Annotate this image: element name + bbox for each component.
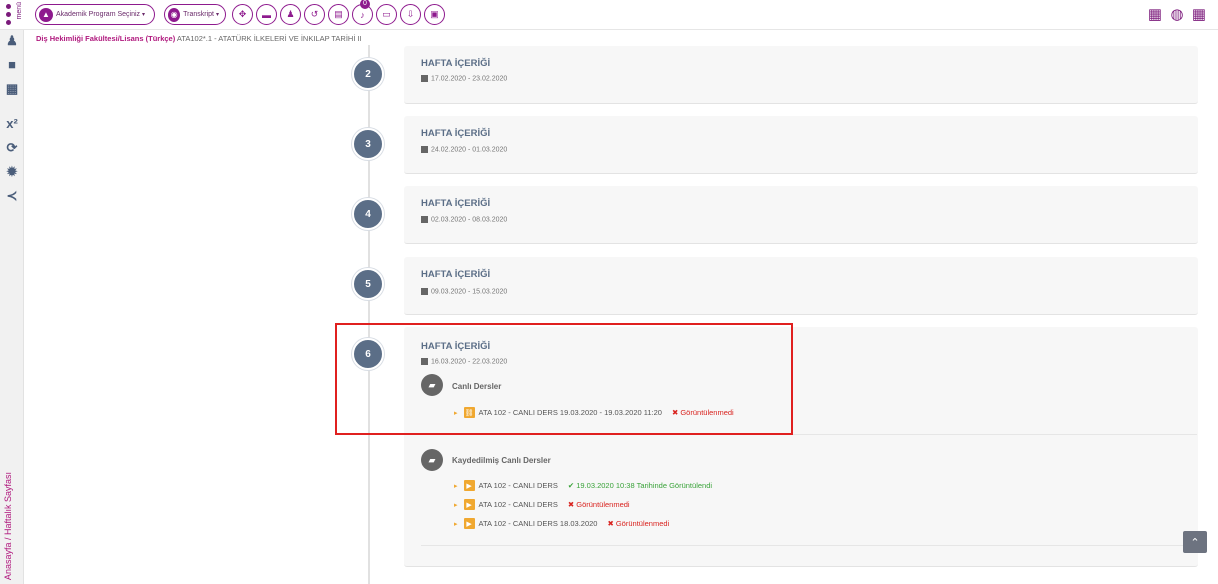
video-icon: ▶ — [463, 499, 475, 510]
history-icon-button[interactable]: ↺ — [304, 4, 325, 25]
list-item[interactable]: ▸ ▶ ATA 102 - CANLI DERS ✔ 19.03.2020 10… — [454, 480, 712, 491]
timeline-line — [368, 45, 370, 584]
book-icon[interactable]: ■ — [4, 57, 20, 73]
menu-dot — [6, 20, 11, 25]
menu-dot — [6, 4, 11, 9]
week-title[interactable]: HAFTA İÇERİĞİ — [421, 128, 490, 139]
sidebar-vertical-label[interactable]: Anasayfa / Haftalık Sayfası — [3, 472, 13, 580]
viewed-status: ✔ 19.03.2020 10:38 Tarihinde Görüntülend… — [567, 481, 713, 490]
video-icon: ▶ — [463, 518, 475, 529]
file-icon-button[interactable]: ▣ — [424, 4, 445, 25]
superscript-icon[interactable]: x² — [4, 116, 20, 132]
not-viewed-text: Görüntülenmedi — [576, 500, 630, 509]
video-icon: ▶ — [463, 480, 475, 491]
share-icon[interactable]: ≺ — [4, 188, 20, 204]
transkript-label: Transkript — [183, 11, 214, 18]
recorded-lesson-link[interactable]: ATA 102 - CANLI DERS — [479, 500, 558, 509]
week-card: HAFTA İÇERİĞİ 24.02.2020 - 01.03.2020 — [404, 116, 1198, 174]
document-icon-button[interactable]: ▤ — [328, 4, 349, 25]
viewed-text: 19.03.2020 10:38 Tarihinde Görüntülendi — [576, 481, 713, 490]
week-number-badge: 5 — [352, 268, 384, 300]
not-viewed-status: ✖ Görüntülenmedi — [607, 519, 670, 528]
arrow-icon: ▸ — [454, 520, 458, 528]
list-item[interactable]: ▸ ▶ ATA 102 - CANLI DERS 18.03.2020 ✖ Gö… — [454, 518, 669, 529]
calendar-icon — [421, 75, 428, 82]
highlight-box — [335, 323, 793, 435]
week-date-text: 17.02.2020 - 23.02.2020 — [431, 75, 508, 83]
week-date-text: 24.02.2020 - 01.03.2020 — [431, 146, 508, 154]
calendar-icon[interactable]: ▦ — [4, 81, 20, 97]
calendar-icon — [421, 288, 428, 295]
recorded-lessons-icon: ▰ — [421, 449, 443, 471]
refresh-icon[interactable]: ⟳ — [4, 140, 20, 156]
program-select-label: Akademik Program Seçiniz — [56, 11, 141, 18]
move-icon-button[interactable]: ✥ — [232, 4, 253, 25]
week-date-text: 09.03.2020 - 15.03.2020 — [431, 288, 508, 296]
window-icon-button[interactable]: ▭ — [376, 4, 397, 25]
week-title[interactable]: HAFTA İÇERİĞİ — [421, 58, 490, 69]
program-select-button[interactable]: ▲ Akademik Program Seçiniz ▾ — [35, 4, 155, 25]
week-card: HAFTA İÇERİĞİ 02.03.2020 - 08.03.2020 — [404, 186, 1198, 244]
recorded-lesson-link[interactable]: ATA 102 - CANLI DERS 18.03.2020 — [479, 519, 598, 528]
left-sidebar: ♟ ■ ▦ x² ⟳ ✹ ≺ Anasayfa / Haftalık Sayfa… — [0, 30, 24, 584]
globe-icon[interactable]: ◍ — [1168, 6, 1186, 24]
calendar-icon — [421, 146, 428, 153]
breadcrumb-course: ATA102*.1 - ATATÜRK İLKELERİ VE İNKILAP … — [176, 34, 362, 43]
user-icon[interactable]: ♟ — [4, 33, 20, 49]
pin-icon-button[interactable]: ⇩ — [400, 4, 421, 25]
arrow-icon: ▸ — [454, 501, 458, 509]
week-number-badge: 3 — [352, 128, 384, 160]
chevron-down-icon: ▾ — [142, 12, 146, 18]
recorded-lessons-title: Kaydedilmiş Canlı Dersler — [452, 456, 551, 465]
week-card: HAFTA İÇERİĞİ 17.02.2020 - 23.02.2020 — [404, 46, 1198, 104]
divider — [421, 545, 1197, 546]
week-date: 17.02.2020 - 23.02.2020 — [421, 75, 507, 82]
apps-grid-icon[interactable]: ▦ — [1190, 6, 1208, 24]
not-viewed-status: ✖ Görüntülenmedi — [567, 500, 630, 509]
breadcrumb-faculty[interactable]: Diş Hekimliği Fakültesi/Lisans (Türkçe) — [36, 34, 175, 43]
week-date: 09.03.2020 - 15.03.2020 — [421, 288, 507, 295]
list-item[interactable]: ▸ ▶ ATA 102 - CANLI DERS ✖ Görüntülenmed… — [454, 499, 630, 510]
user-icon-button[interactable]: ♟ — [280, 4, 301, 25]
chevron-down-icon: ▾ — [215, 12, 219, 18]
week-title[interactable]: HAFTA İÇERİĞİ — [421, 269, 490, 280]
eye-icon: ◉ — [168, 7, 181, 22]
card-icon-button[interactable]: ▬ — [256, 4, 277, 25]
recorded-lesson-link[interactable]: ATA 102 - CANLI DERS — [479, 481, 558, 490]
breadcrumb: Diş Hekimliği Fakültesi/Lisans (Türkçe) … — [36, 34, 362, 43]
week-number-badge: 4 — [352, 198, 384, 230]
arrow-icon: ▸ — [454, 482, 458, 490]
menu-toggle-button[interactable]: menü — [6, 2, 24, 28]
calendar-icon — [421, 216, 428, 223]
week-date-text: 02.03.2020 - 08.03.2020 — [431, 216, 508, 224]
scroll-to-top-button[interactable]: ⌃ — [1183, 531, 1207, 553]
menu-label: menü — [16, 2, 23, 20]
calendar-icon[interactable]: ▦ — [1146, 6, 1164, 24]
week-card: HAFTA İÇERİĞİ 09.03.2020 - 15.03.2020 — [404, 257, 1198, 315]
menu-dot — [6, 12, 11, 17]
gear-icon[interactable]: ✹ — [4, 164, 20, 180]
week-number-badge: 2 — [352, 58, 384, 90]
graduation-cap-icon: ▲ — [39, 7, 53, 22]
transkript-button[interactable]: ◉ Transkript ▾ — [164, 4, 226, 25]
top-bar: menü ▲ Akademik Program Seçiniz ▾ ◉ Tran… — [0, 0, 1218, 30]
week-title[interactable]: HAFTA İÇERİĞİ — [421, 198, 490, 209]
week-date: 02.03.2020 - 08.03.2020 — [421, 216, 507, 223]
not-viewed-text: Görüntülenmedi — [615, 519, 670, 528]
week-date: 24.02.2020 - 01.03.2020 — [421, 146, 507, 153]
